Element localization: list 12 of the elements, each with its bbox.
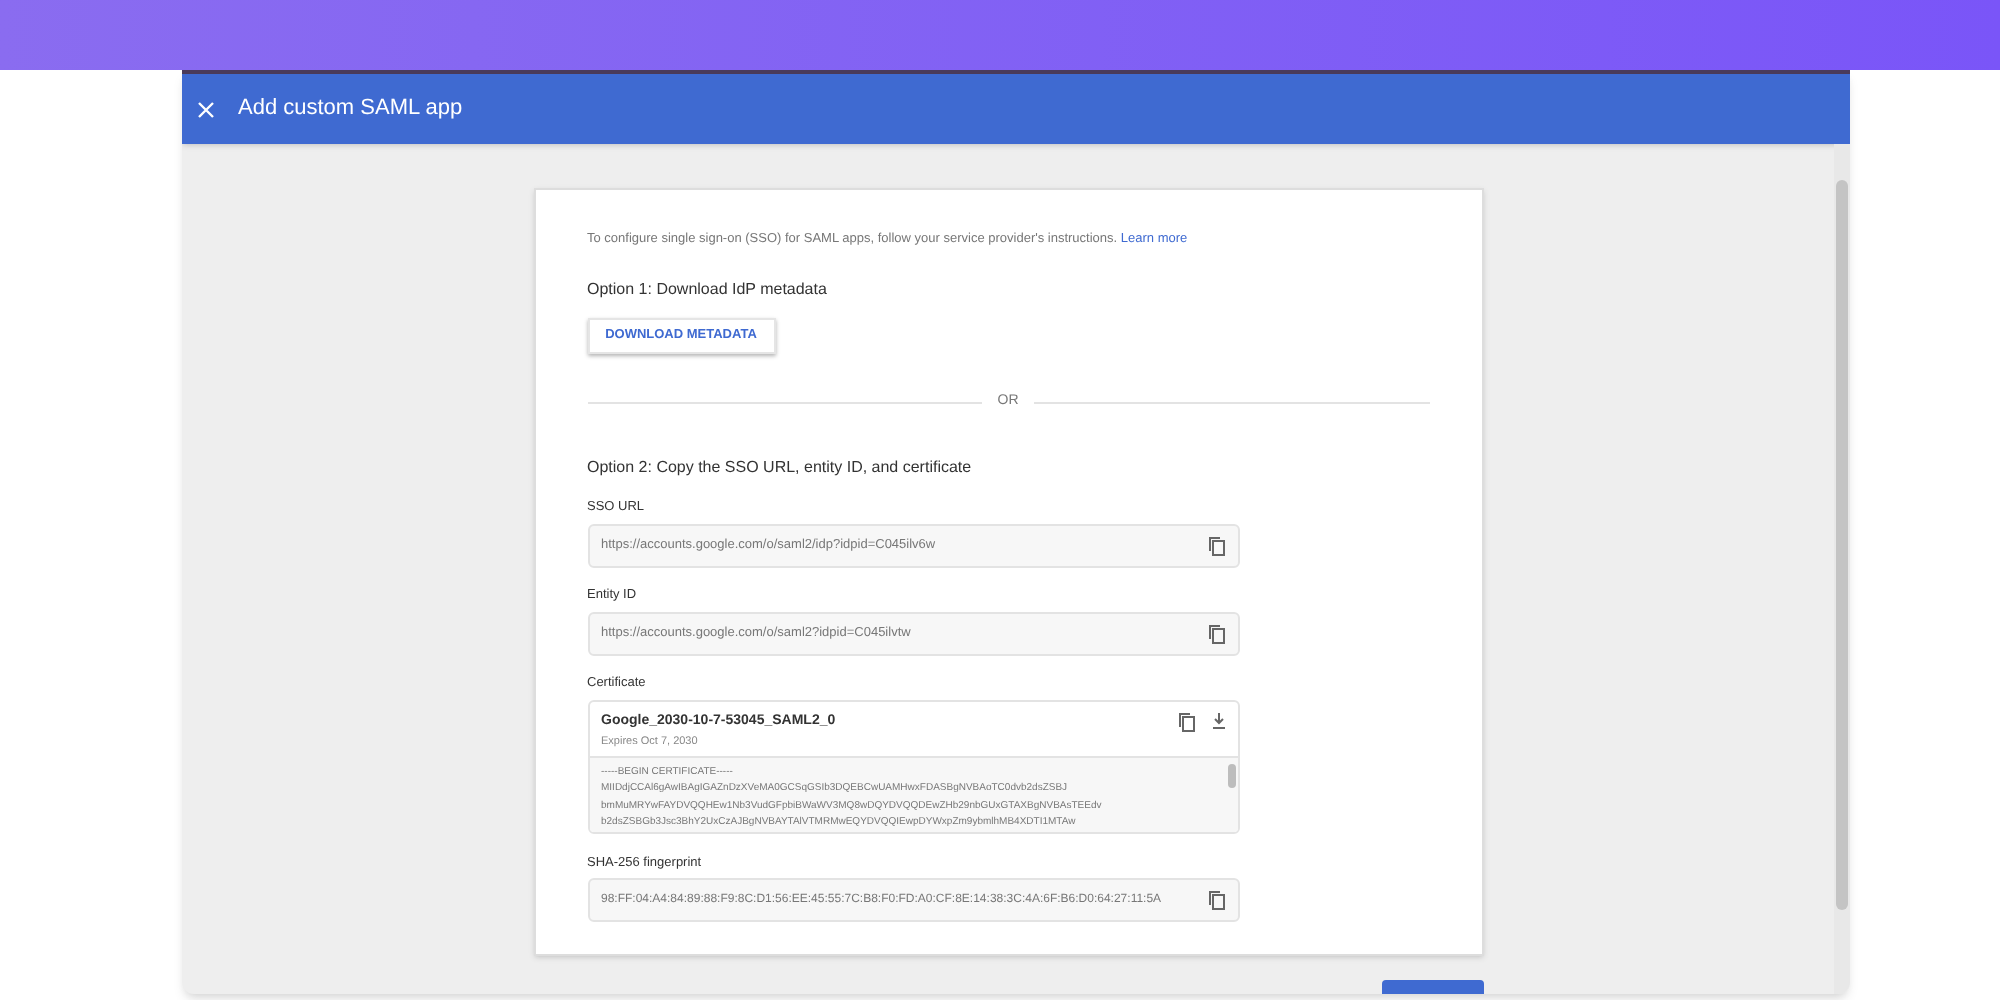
option-heading: Option 2: Copy the SSO URL, entity ID, and certificate (587, 456, 974, 481)
copy-icon[interactable] (1207, 890, 1225, 911)
scrollbar-thumb[interactable] (1836, 180, 1848, 910)
certificate-text-area[interactable] (589, 755, 1237, 831)
scrollbar-thumb[interactable] (1227, 763, 1235, 787)
dialog-title: Add custom SAML app (238, 94, 463, 125)
close-icon[interactable] (198, 101, 214, 117)
copy-icon[interactable] (1177, 711, 1195, 731)
copy-icon[interactable] (1207, 536, 1225, 556)
download-icon[interactable] (1211, 711, 1225, 729)
copy-icon[interactable] (1207, 623, 1225, 644)
option-heading: Option 1: Download IdP metadata (587, 277, 829, 302)
